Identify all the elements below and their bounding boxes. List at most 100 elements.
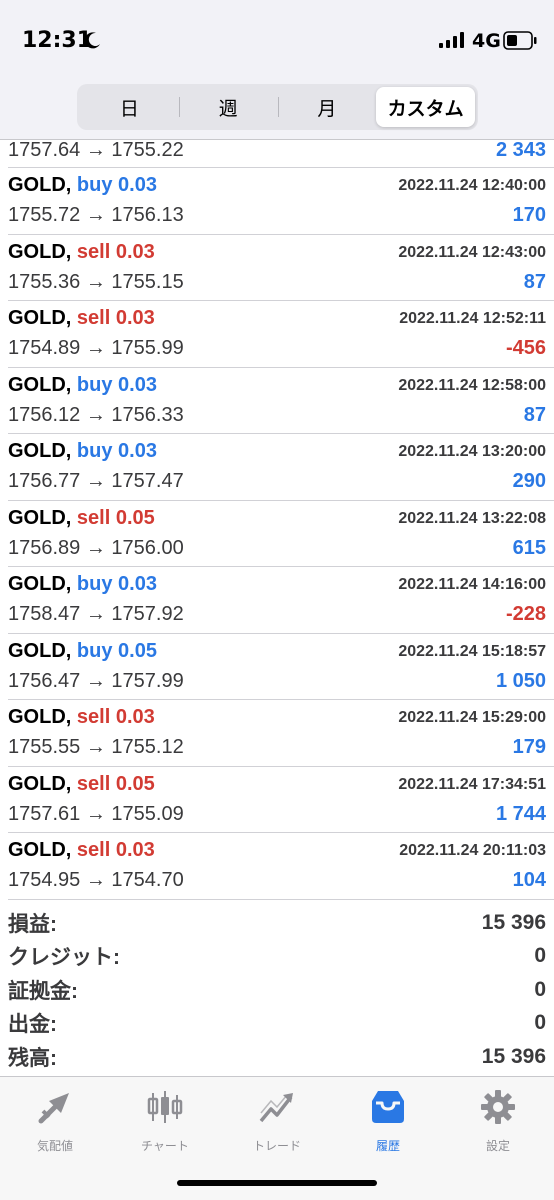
trade-symbol: GOLD, bbox=[8, 307, 72, 329]
trade-history-list[interactable]: 1757.64 → 1755.22 2 343 GOLD, buy 0.03 20… bbox=[0, 139, 554, 900]
tab-label: チャート bbox=[141, 1139, 189, 1153]
tab-label: 履歴 bbox=[375, 1139, 400, 1153]
trade-volume: 0.03 bbox=[118, 573, 157, 595]
segment-1[interactable]: 週 bbox=[178, 87, 278, 127]
trade-prices: 1755.55 → 1755.12 bbox=[8, 736, 184, 759]
trade-volume: 0.03 bbox=[115, 240, 155, 263]
trade-volume: 0.05 bbox=[118, 639, 157, 662]
trade-symbol-line: GOLD, sell 0.03 bbox=[8, 241, 155, 264]
close-price: 1755.15 bbox=[111, 270, 184, 293]
close-price: 1754.70 bbox=[111, 869, 184, 891]
history-inbox-icon bbox=[372, 1091, 404, 1123]
close-price: 1755.12 bbox=[111, 736, 184, 758]
trade-time: 2022.11.24 12:40:00 bbox=[398, 177, 546, 194]
trade-trend-icon bbox=[259, 1093, 293, 1123]
trade-symbol: GOLD, bbox=[8, 373, 72, 396]
battery-icon bbox=[503, 31, 537, 50]
arrow: → bbox=[85, 403, 106, 426]
trade-symbol: GOLD, bbox=[8, 506, 72, 529]
summary-label: 残高: bbox=[8, 1046, 57, 1070]
arrow: → bbox=[85, 536, 106, 559]
quotes-arrows-icon bbox=[38, 1093, 69, 1124]
trade-row[interactable]: GOLD, buy 0.03 2022.11.24 12:58:00 1756.12… bbox=[8, 368, 554, 434]
trade-symbol-line: GOLD, sell 0.03 bbox=[8, 706, 155, 729]
arrow: → bbox=[85, 139, 106, 161]
close-price: 1755.22 bbox=[111, 139, 184, 161]
trade-time: 2022.11.24 12:52:11 bbox=[399, 310, 546, 327]
trade-symbol: GOLD, bbox=[8, 174, 72, 196]
trade-row[interactable]: GOLD, sell 0.03 2022.11.24 20:11:03 1754.9… bbox=[8, 833, 554, 900]
segment-3[interactable]: カスタム bbox=[376, 87, 475, 127]
trade-type: buy bbox=[76, 440, 113, 462]
trade-volume: 0.05 bbox=[115, 506, 155, 529]
trade-row[interactable]: GOLD, sell 0.05 2022.11.24 13:22:08 1756.8… bbox=[8, 501, 554, 567]
summary-label: 損益: bbox=[8, 912, 57, 936]
summary-row: 損益: 15 396 bbox=[8, 906, 546, 940]
trade-profit: 290 bbox=[512, 470, 546, 492]
trade-row-partial[interactable]: 1757.64 → 1755.22 2 343 bbox=[8, 139, 554, 168]
arrow: → bbox=[85, 270, 106, 293]
trade-prices: 1756.77 → 1757.47 bbox=[8, 470, 184, 493]
home-indicator bbox=[177, 1180, 377, 1186]
trade-type: sell bbox=[76, 506, 111, 529]
trade-row[interactable]: GOLD, buy 0.03 2022.11.24 13:20:00 1756.77… bbox=[8, 434, 554, 501]
arrow: → bbox=[85, 470, 106, 492]
summary-value: 0 bbox=[534, 977, 546, 1001]
trade-row[interactable]: GOLD, sell 0.03 2022.11.24 12:43:00 1755.3… bbox=[8, 235, 554, 301]
arrow: → bbox=[85, 337, 106, 359]
open-price: 1754.89 bbox=[8, 337, 81, 359]
trade-symbol: GOLD, bbox=[8, 639, 72, 662]
summary-label: クレジット: bbox=[8, 946, 120, 970]
trade-symbol: GOLD, bbox=[8, 839, 72, 861]
trade-prices: 1756.12 → 1756.33 bbox=[8, 404, 184, 427]
segment-0[interactable]: 日 bbox=[80, 87, 179, 127]
trade-row[interactable]: GOLD, buy 0.03 2022.11.24 14:16:00 1758.47… bbox=[8, 567, 554, 634]
tab-candlestick-chart[interactable]: チャート bbox=[115, 1087, 215, 1154]
tab-label: トレード bbox=[252, 1139, 301, 1153]
summary-label: 証拠金: bbox=[8, 979, 78, 1003]
signal-icon bbox=[439, 32, 464, 48]
trade-prices: 1758.47 → 1757.92 bbox=[8, 603, 184, 626]
summary-value: 15 396 bbox=[481, 910, 546, 934]
arrow: → bbox=[85, 669, 106, 692]
trade-time: 2022.11.24 20:11:03 bbox=[399, 842, 546, 859]
tab-quotes-arrows[interactable]: 気配値 bbox=[5, 1087, 105, 1154]
tab-settings-gear[interactable]: 設定 bbox=[448, 1087, 548, 1154]
trade-row[interactable]: GOLD, sell 0.03 2022.11.24 15:29:00 1755.5… bbox=[8, 700, 554, 767]
open-price: 1755.36 bbox=[8, 270, 81, 293]
summary-label: 出金: bbox=[8, 1013, 57, 1037]
open-price: 1757.64 bbox=[8, 139, 81, 161]
open-price: 1756.47 bbox=[8, 669, 81, 692]
segment-2[interactable]: 月 bbox=[277, 87, 377, 127]
trade-volume: 0.05 bbox=[115, 772, 155, 795]
close-price: 1756.33 bbox=[111, 403, 184, 426]
trade-type: buy bbox=[76, 174, 113, 196]
trade-symbol: GOLD, bbox=[8, 573, 72, 595]
trade-row[interactable]: GOLD, buy 0.03 2022.11.24 12:40:00 1755.72… bbox=[8, 168, 554, 235]
trade-symbol-line: GOLD, sell 0.05 bbox=[8, 773, 155, 796]
trade-volume: 0.03 bbox=[115, 839, 155, 861]
trade-time: 2022.11.24 15:18:57 bbox=[398, 642, 546, 660]
status-time: 12:31 bbox=[22, 28, 93, 53]
trade-profit: 1 050 bbox=[495, 669, 546, 692]
trade-prices: 1755.72 → 1756.13 bbox=[8, 204, 184, 227]
close-price: 1755.09 bbox=[111, 802, 184, 825]
open-price: 1756.77 bbox=[8, 470, 81, 492]
trade-type: sell bbox=[76, 240, 111, 263]
trade-symbol: GOLD, bbox=[8, 440, 72, 462]
tab-label: 気配値 bbox=[36, 1139, 73, 1153]
trade-symbol-line: GOLD, sell 0.03 bbox=[8, 307, 155, 330]
trade-row[interactable]: GOLD, sell 0.03 2022.11.24 12:52:11 1754.8… bbox=[8, 301, 554, 368]
trade-row[interactable]: GOLD, buy 0.05 2022.11.24 15:18:57 1756.47… bbox=[8, 634, 554, 700]
trade-row[interactable]: GOLD, sell 0.05 2022.11.24 17:34:51 1757.6… bbox=[8, 767, 554, 833]
tab-trade-trend[interactable]: トレード bbox=[227, 1087, 327, 1154]
open-price: 1756.89 bbox=[8, 536, 81, 559]
arrow: → bbox=[85, 869, 106, 891]
open-price: 1755.55 bbox=[8, 736, 81, 758]
trade-prices: 1757.64 → 1755.22 bbox=[8, 139, 184, 162]
close-price: 1757.92 bbox=[111, 603, 184, 625]
tab-history-inbox[interactable]: 履歴 bbox=[338, 1087, 438, 1154]
close-price: 1756.00 bbox=[111, 536, 184, 559]
trade-type: sell bbox=[76, 706, 111, 728]
open-price: 1755.72 bbox=[8, 204, 81, 226]
